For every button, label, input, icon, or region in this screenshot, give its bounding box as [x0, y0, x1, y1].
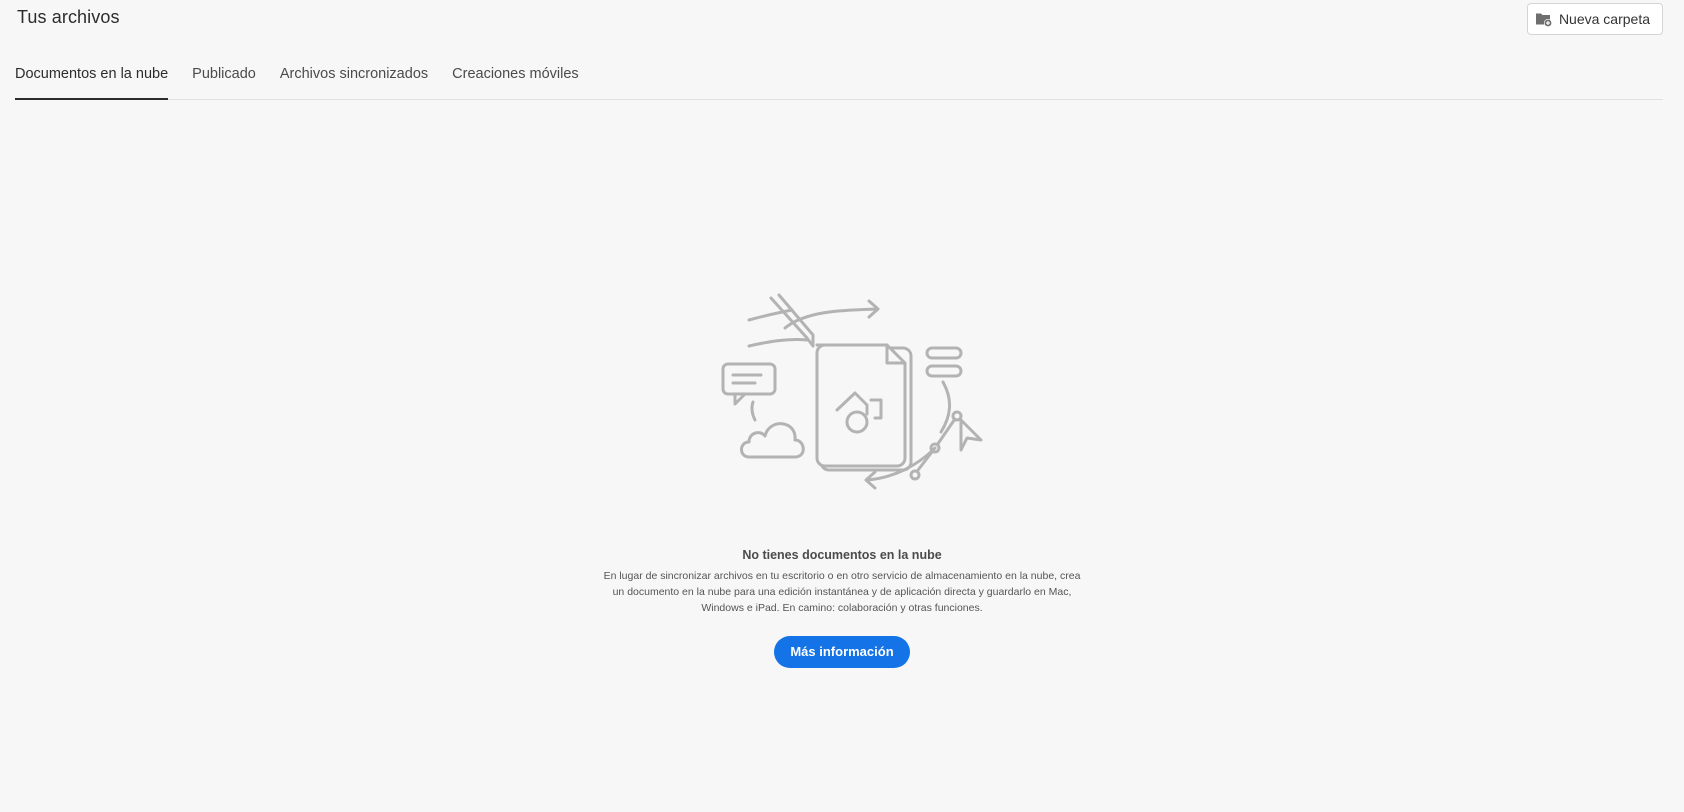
empty-state-description: En lugar de sincronizar archivos en tu e…: [603, 570, 1081, 614]
tab-publicado[interactable]: Publicado: [192, 62, 256, 99]
header: Tus archivos Nueva carpeta: [0, 0, 1684, 40]
tab-archivos-sincronizados[interactable]: Archivos sincronizados: [280, 62, 428, 99]
page-title: Tus archivos: [17, 7, 120, 27]
tab-documentos-en-la-nube[interactable]: Documentos en la nube: [15, 62, 169, 100]
folder-add-icon: [1535, 10, 1553, 28]
page: Tus archivos Nueva carpeta Documentos en…: [0, 0, 1684, 812]
tab-bar: Documentos en la nube Publicado Archivos…: [15, 62, 1663, 100]
learn-more-button[interactable]: Más información: [774, 636, 910, 668]
new-folder-button[interactable]: Nueva carpeta: [1526, 3, 1663, 35]
cloud-document-illustration: [721, 293, 983, 490]
empty-state: No tienes documentos en la nube En lugar…: [0, 290, 1684, 668]
tab-creaciones-moviles[interactable]: Creaciones móviles: [452, 62, 579, 99]
new-folder-label: Nueva carpeta: [1558, 11, 1650, 27]
empty-state-title: No tienes documentos en la nube: [742, 548, 942, 562]
